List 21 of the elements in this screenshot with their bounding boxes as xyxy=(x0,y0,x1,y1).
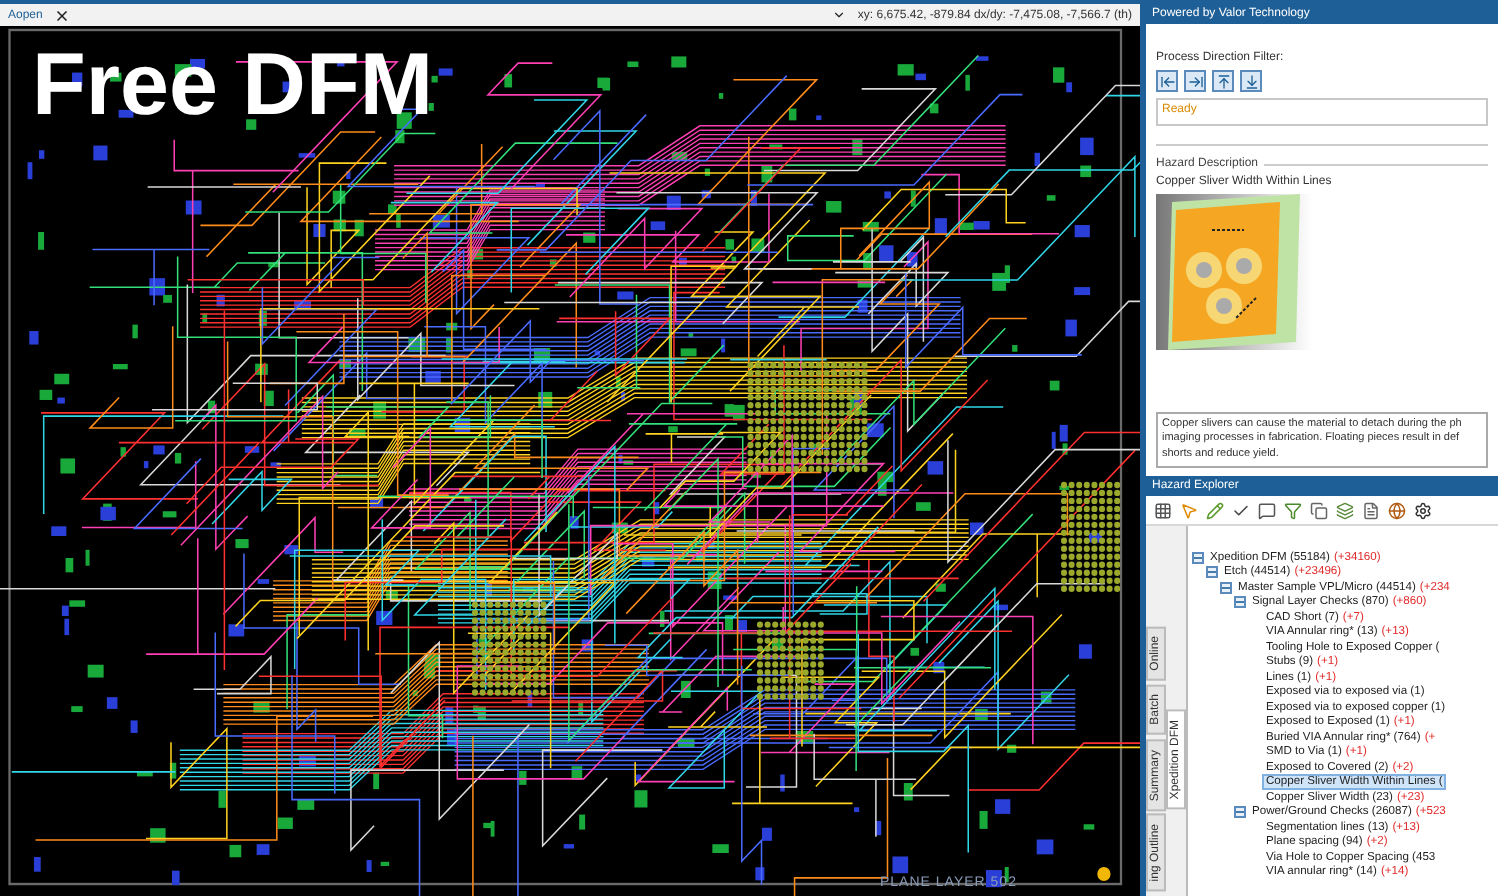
globe-button[interactable] xyxy=(1386,500,1406,520)
collapse-toggle-icon[interactable] xyxy=(1206,566,1218,579)
direction-filter-button[interactable] xyxy=(1184,70,1206,92)
collapse-toggle-icon[interactable] xyxy=(1220,581,1232,594)
collapse-toggle-icon[interactable] xyxy=(1234,596,1246,609)
filter-button[interactable] xyxy=(1282,500,1302,520)
settings-button[interactable] xyxy=(1412,500,1432,520)
collapse-toggle-icon[interactable] xyxy=(1192,551,1204,564)
direction-filter-button[interactable] xyxy=(1156,70,1178,92)
close-icon[interactable] xyxy=(54,7,71,23)
grid-button[interactable] xyxy=(1152,500,1172,520)
direction-filter-button[interactable] xyxy=(1240,70,1262,92)
document-button[interactable] xyxy=(1360,500,1380,520)
check-button[interactable] xyxy=(1230,500,1250,520)
comment-button[interactable] xyxy=(1256,500,1276,520)
layers-button[interactable] xyxy=(1334,500,1354,520)
dropdown-caret-icon[interactable] xyxy=(831,8,846,22)
collapse-toggle-icon[interactable] xyxy=(1234,806,1246,819)
direction-filter-button[interactable] xyxy=(1212,70,1234,92)
pencil-button[interactable] xyxy=(1204,500,1224,520)
copy-button[interactable] xyxy=(1308,500,1328,520)
